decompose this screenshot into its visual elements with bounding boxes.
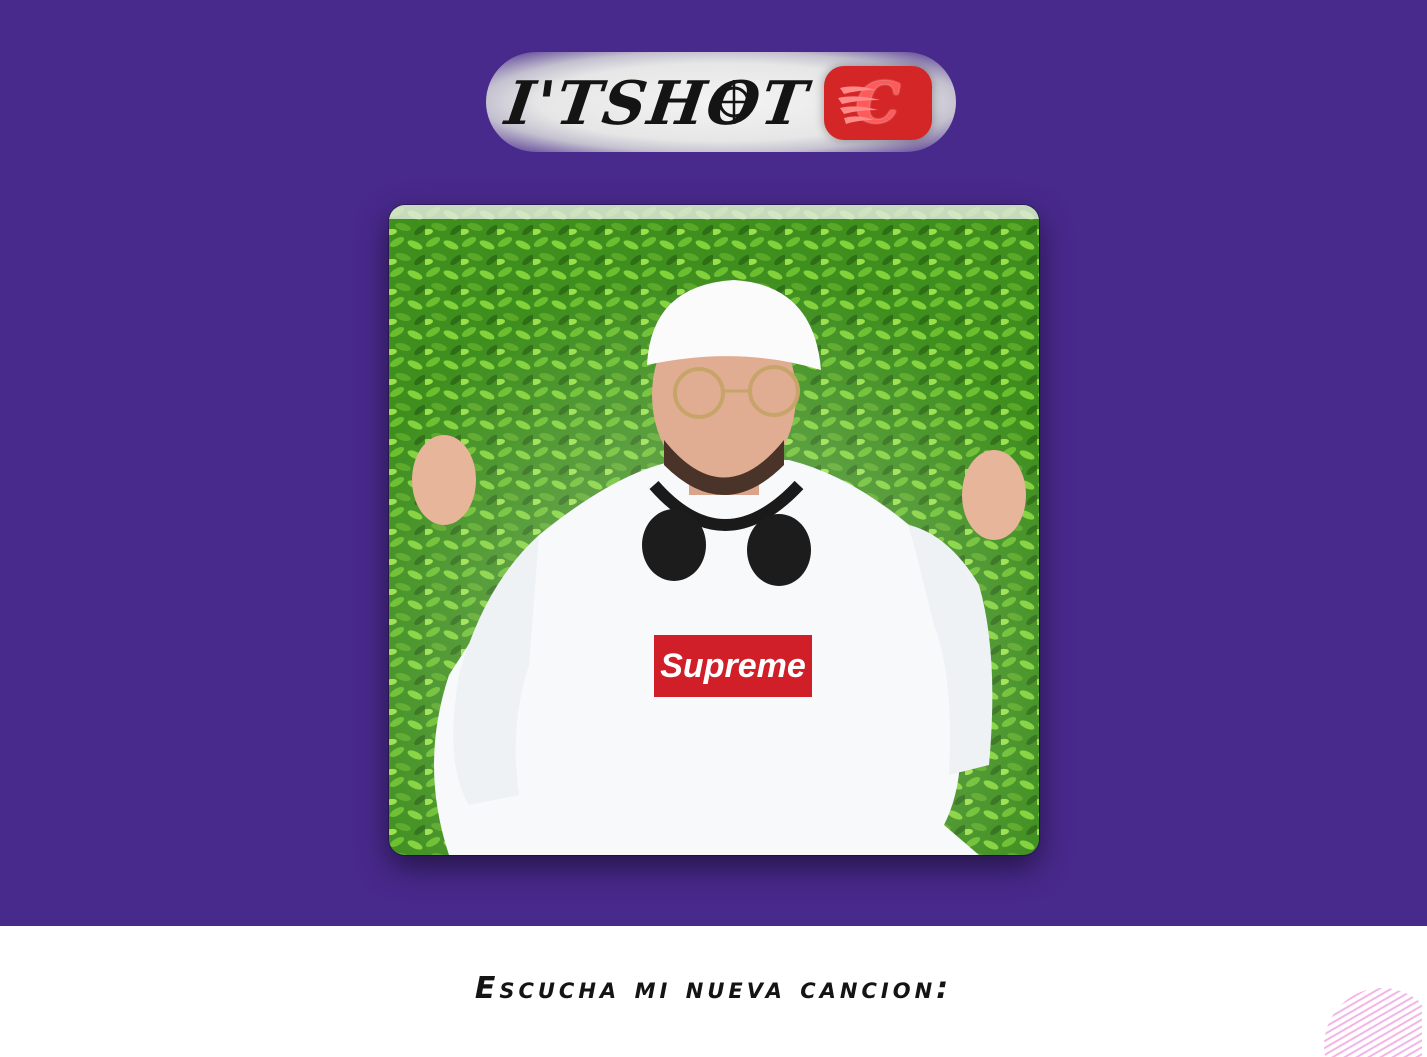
supreme-logo-text: Supreme (660, 647, 806, 685)
artist-photo: Supreme (389, 205, 1039, 855)
artist-photo-art: Supreme (389, 205, 1039, 855)
hero-banner: I'TSHOT C Supreme (0, 0, 1427, 926)
striped-circle-icon (1324, 988, 1422, 1057)
caption-text: Escucha mi nueva cancion: (474, 971, 953, 1006)
site-logo[interactable]: I'TSHOT C (486, 44, 956, 160)
logo-text: I'TSHOT (501, 69, 813, 139)
flame-icon (838, 86, 880, 124)
crosshair-icon (712, 80, 756, 124)
